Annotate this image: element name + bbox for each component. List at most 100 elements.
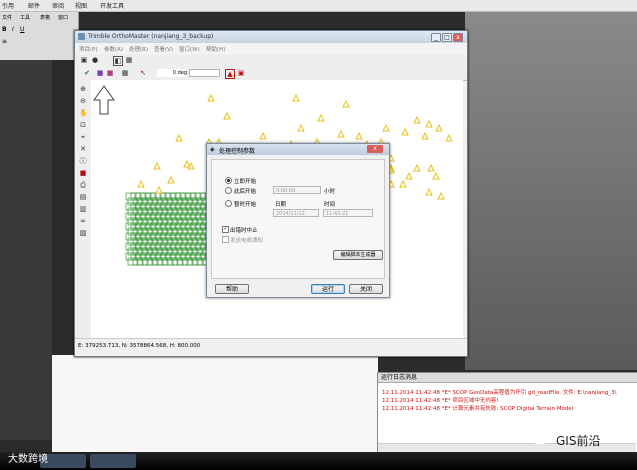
close-button[interactable]: 关闭	[349, 284, 383, 294]
image-footprint	[190, 202, 201, 211]
image-footprint	[160, 212, 171, 221]
image-footprint	[130, 222, 141, 231]
pan-icon[interactable]: ✋	[79, 109, 88, 117]
image-footprint	[127, 247, 138, 256]
word-menu-item[interactable]: 引用	[2, 1, 14, 10]
measure-icon[interactable]: ✕	[79, 145, 87, 153]
stop-icon[interactable]: ▣	[237, 69, 245, 77]
properties-icon[interactable]: ▧	[79, 229, 87, 237]
help-button[interactable]: 帮助	[215, 284, 249, 294]
word-menu-item[interactable]: 邮件	[28, 1, 40, 10]
list-icon[interactable]: ≡	[2, 38, 7, 45]
image-footprint	[185, 212, 196, 221]
dialog-title: 处理控制参数	[219, 148, 256, 155]
image-footprint	[190, 192, 201, 201]
photo-icon[interactable]: ■	[106, 69, 114, 77]
word-menu-item[interactable]: 审阅	[52, 1, 64, 10]
radio-start-after[interactable]	[225, 187, 232, 194]
image-footprint	[180, 242, 191, 251]
log-line: 12.11.2014 11:42:48 *E* 项目区域中无内容!	[382, 398, 499, 404]
image-footprint	[130, 212, 141, 221]
image-footprint	[195, 232, 206, 241]
image-footprint	[185, 232, 196, 241]
north-arrow-icon	[93, 85, 115, 115]
select-icon[interactable]: ⌖	[79, 133, 87, 141]
table-icon[interactable]: ▦	[121, 69, 129, 77]
taskbar-item[interactable]	[90, 454, 136, 468]
image-footprint	[132, 197, 143, 206]
delay-field[interactable]: 0:00:00	[273, 186, 321, 194]
menu-window[interactable]: 窗口(W)	[179, 45, 200, 53]
italic-icon[interactable]: I	[12, 26, 14, 33]
radio-start-after-label: 此后开始	[234, 189, 257, 195]
image-footprint	[155, 242, 166, 251]
image-footprint	[145, 222, 156, 231]
image-footprint	[175, 222, 186, 231]
control-point-marker	[421, 131, 429, 140]
control-point-marker	[223, 111, 231, 120]
copy-icon[interactable]: ▤	[79, 193, 87, 201]
menu-view[interactable]: 查看(V)	[154, 45, 173, 53]
warning-icon[interactable]: ▲	[225, 69, 235, 79]
close-icon[interactable]: x	[367, 145, 383, 153]
word-toolbar-label[interactable]: 文件	[2, 14, 12, 21]
image-footprint	[137, 257, 148, 266]
close-icon[interactable]: x	[453, 33, 463, 42]
image-icon[interactable]: ■	[96, 69, 104, 77]
zoom-window-icon[interactable]: ⊡	[79, 121, 87, 129]
maximize-icon[interactable]: □	[442, 33, 452, 42]
grid-icon[interactable]: ▦	[125, 56, 133, 64]
underline-icon[interactable]: U	[20, 26, 24, 33]
menu-process[interactable]: 处理(R)	[129, 45, 148, 53]
image-footprint	[142, 217, 153, 226]
radio-start-now[interactable]	[225, 177, 232, 184]
zoom-out-icon[interactable]: ⊖	[79, 97, 87, 105]
status-bar: E: 379253.713, N: 3578864.568, H: 800.00…	[75, 338, 467, 356]
radio-start-now-label: 立即开始	[234, 179, 257, 185]
minimize-icon[interactable]: _	[431, 33, 441, 42]
image-footprint	[190, 222, 201, 231]
image-footprint	[170, 192, 181, 201]
stop-on-error-checkbox[interactable]: ✓	[222, 226, 229, 233]
image-footprint	[175, 242, 186, 251]
control-point-marker	[405, 171, 413, 180]
menu-help[interactable]: 帮助(H)	[206, 45, 225, 53]
radio-start-at[interactable]	[225, 200, 232, 207]
info-icon[interactable]: ⓘ	[79, 157, 87, 165]
date-field[interactable]: 2014/11/12	[273, 209, 319, 217]
word-toolbar-label[interactable]: 表格	[40, 14, 50, 21]
angle-field[interactable]: 0 deg	[157, 69, 187, 77]
send-email-checkbox[interactable]	[222, 236, 229, 243]
open-icon[interactable]: ▣	[80, 56, 88, 64]
run-button[interactable]: 运行	[311, 284, 345, 294]
word-toolbar-label[interactable]: 工具	[20, 14, 30, 21]
image-footprint	[127, 197, 138, 206]
bold-icon[interactable]: B	[2, 26, 7, 33]
pointer-icon[interactable]: ↖	[139, 69, 147, 77]
time-field[interactable]: 11:43:21	[323, 209, 373, 217]
image-footprint	[165, 202, 176, 211]
zoom-in-icon[interactable]: ⊕	[79, 85, 87, 93]
menu-project[interactable]: 项目(P)	[79, 45, 98, 53]
save-icon[interactable]: ●	[91, 56, 99, 64]
word-menu-item[interactable]: 开发工具	[100, 1, 124, 10]
delete-icon[interactable]: ■	[79, 169, 87, 177]
watermark-left: 大数跨境	[8, 454, 48, 465]
binoculars-icon[interactable]: ∞	[79, 217, 87, 225]
menu-parameters[interactable]: 参数(A)	[104, 45, 123, 53]
control-point-marker	[425, 119, 433, 128]
log-line: 12.11.2014 11:42:48 *E* 计算元素共有失败: SCOP D…	[382, 406, 574, 412]
check-icon[interactable]: ✔	[83, 69, 91, 77]
print-icon[interactable]: ⎙	[79, 181, 87, 189]
word-toolbar-label[interactable]: 窗口	[58, 14, 68, 21]
layers-list-icon[interactable]: ▥	[79, 205, 87, 213]
angle-dropdown[interactable]	[189, 69, 220, 77]
image-footprint	[152, 237, 163, 246]
word-toolbar: 文件 工具 表格 窗口 B I U ≡	[0, 12, 79, 60]
edit-script-button[interactable]: 编辑脚本生成器	[333, 250, 383, 260]
layers-icon[interactable]: ◧	[113, 56, 123, 66]
image-footprint	[167, 227, 178, 236]
image-footprint	[125, 242, 136, 251]
image-footprint	[130, 232, 141, 241]
word-menu-item[interactable]: 视图	[75, 1, 87, 10]
